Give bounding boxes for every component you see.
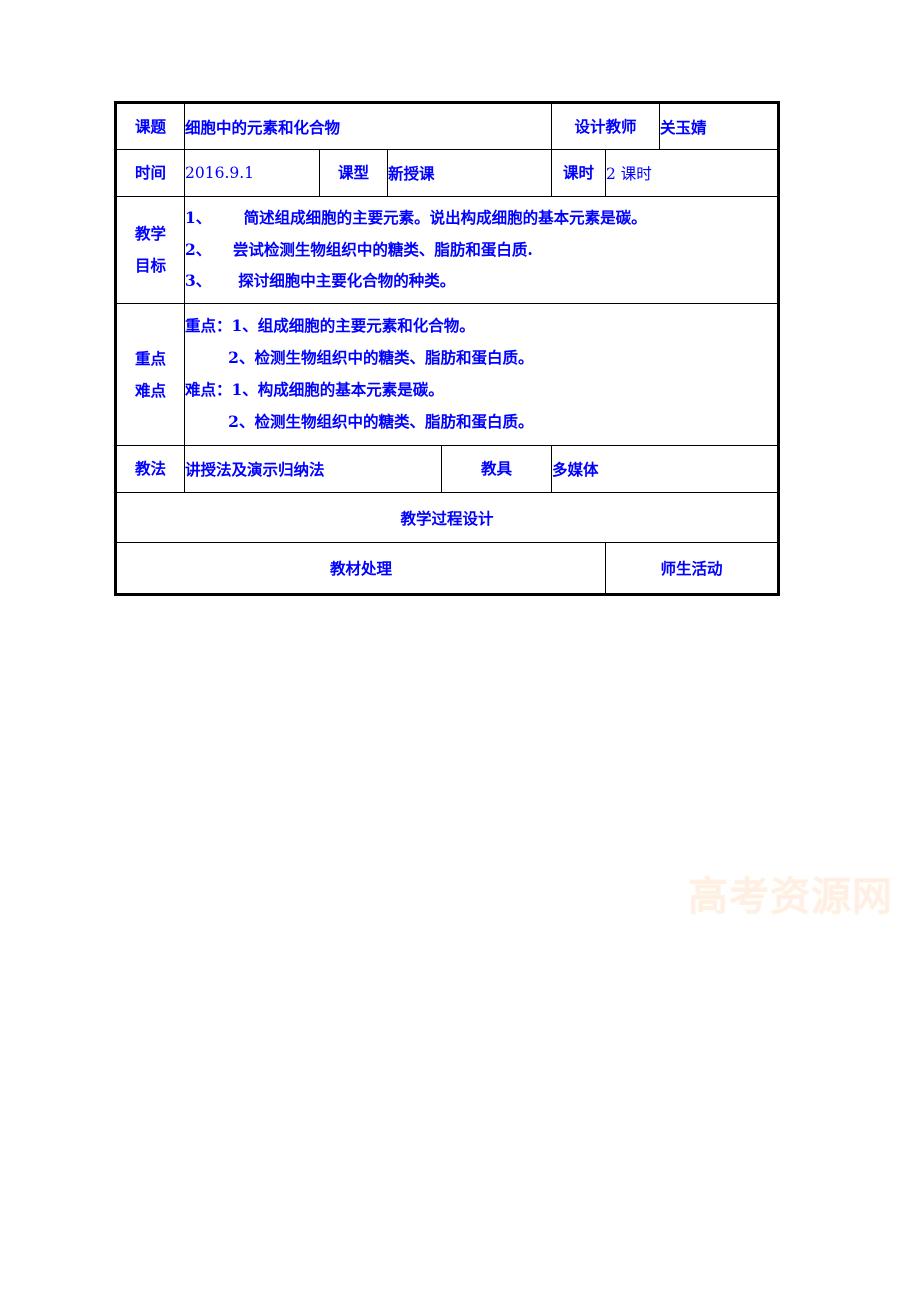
label-topic: 课题 — [115, 102, 185, 150]
keypoint-item: 重点：1、组成细胞的主要元素和化合物。 — [185, 316, 475, 336]
label-class-type: 课型 — [319, 149, 388, 197]
label-objectives-line2: 目标 — [134, 256, 166, 275]
label-key-difficult-points: 重点 难点 — [115, 303, 185, 446]
table-row-keypoints: 重点 难点 重点：1、组成细胞的主要元素和化合物。 2、检测生物组织中的糖类、脂… — [115, 303, 780, 446]
label-periods: 课时 — [551, 149, 607, 197]
objective-item: 1、 简述组成细胞的主要元素。说出构成细胞的基本元素是碳。 — [185, 207, 647, 227]
value-periods: 2 课时 — [605, 149, 780, 197]
label-objectives-line1: 教学 — [134, 224, 166, 244]
value-teaching-objectives: 1、 简述组成细胞的主要元素。说出构成细胞的基本元素是碳。 2、 尝试检测生物组… — [183, 196, 780, 304]
table-row-process-title: 教学过程设计 — [114, 492, 780, 543]
table-row-objectives: 教学 目标 1、 简述组成细胞的主要元素。说出构成细胞的基本元素是碳。 2、 尝… — [115, 196, 780, 304]
value-topic: 细胞中的元素和化合物 — [183, 102, 553, 150]
value-teaching-method: 讲授法及演示归纳法 — [184, 445, 442, 493]
document-page: 课题 细胞中的元素和化合物 设计教师 关玉婧 时间 2016.9.1 课型 新授… — [0, 0, 920, 1302]
objective-item: 3、 探讨细胞中主要化合物的种类。 — [185, 271, 456, 291]
keypoint-item: 2、检测生物组织中的糖类、脂肪和蛋白质。 — [185, 411, 534, 431]
label-teaching-objectives: 教学 目标 — [115, 196, 185, 304]
process-design-title: 教学过程设计 — [114, 492, 780, 543]
table-row-title: 课题 细胞中的元素和化合物 设计教师 关玉婧 — [115, 102, 780, 150]
column-header-material-handling: 教材处理 — [114, 542, 607, 595]
value-teaching-tools: 多媒体 — [551, 445, 780, 493]
label-time: 时间 — [115, 149, 185, 197]
lesson-plan-table: 课题 细胞中的元素和化合物 设计教师 关玉婧 时间 2016.9.1 课型 新授… — [114, 101, 781, 596]
keypoint-item: 2、检测生物组织中的糖类、脂肪和蛋白质。 — [185, 348, 534, 368]
table-row-methods: 教法 讲授法及演示归纳法 教具 多媒体 — [115, 445, 780, 493]
value-class-type: 新授课 — [386, 149, 553, 197]
label-keypoints-line2: 难点 — [134, 380, 166, 400]
label-keypoints-line1: 重点 — [134, 348, 166, 368]
value-key-difficult-points: 重点：1、组成细胞的主要元素和化合物。 2、检测生物组织中的糖类、脂肪和蛋白质。… — [183, 303, 780, 446]
label-teaching-tools: 教具 — [440, 445, 553, 493]
page-watermark: 高考资源网 — [688, 874, 893, 920]
value-designer: 关玉婧 — [659, 102, 780, 150]
label-teaching-method: 教法 — [115, 445, 185, 493]
label-designer: 设计教师 — [551, 102, 661, 150]
table-row-meta: 时间 2016.9.1 课型 新授课 课时 2 课时 — [115, 149, 780, 197]
column-header-teacher-student-activity: 师生活动 — [605, 542, 780, 595]
table-row-process-headers: 教材处理 师生活动 — [114, 542, 780, 595]
objective-item: 2、 尝试检测生物组织中的糖类、脂肪和蛋白质. — [185, 239, 533, 259]
value-time: 2016.9.1 — [184, 149, 320, 197]
keypoint-item: 难点：1、构成细胞的基本元素是碳。 — [185, 380, 444, 399]
